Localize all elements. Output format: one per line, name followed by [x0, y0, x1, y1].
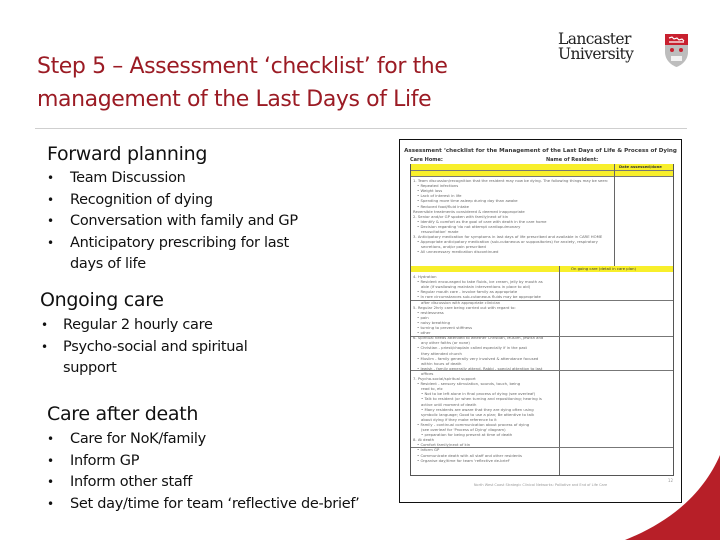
row-divider	[411, 370, 673, 371]
checklist-document-image: Assessment ‘checklist for the Management…	[399, 139, 682, 503]
checklist-table: Date assessed/done 1. Team discussion/re…	[410, 164, 674, 476]
list-item: Team Discussion	[47, 168, 377, 190]
title-divider	[35, 128, 687, 129]
slide-title-line1: Step 5 – Assessment ‘checklist’ for the	[37, 54, 448, 79]
list-item: Anticipatory prescribing for last days o…	[47, 233, 325, 276]
slide-title-line2: management of the Last Days of Life	[37, 87, 432, 112]
list-item: Psycho-social and spiritual support	[40, 337, 278, 380]
lancaster-university-logo: Lancaster University	[558, 31, 693, 72]
document-title: Assessment ‘checklist for the Management…	[404, 148, 677, 154]
bullet-list: Regular 2 hourly care Psycho-social and …	[40, 315, 340, 380]
resident-label: Name of Resident:	[546, 157, 599, 163]
checklist-line: • Organise day/time for team 'reflective…	[417, 457, 511, 463]
slide-title: Step 5 – Assessment ‘checklist’ for the …	[37, 50, 517, 116]
bullet-list: Team Discussion Recognition of dying Con…	[47, 168, 377, 276]
list-item: Recognition of dying	[47, 190, 377, 212]
university-crest-icon	[665, 34, 688, 67]
checklist-line: • All unnecessary medication discontinue…	[417, 249, 499, 255]
section-forward-planning: Forward planning Team Discussion Recogni…	[47, 142, 377, 276]
list-item: Set day/time for team ‘reflective de-bri…	[47, 494, 397, 516]
list-item: Conversation with family and GP	[47, 211, 377, 233]
column-divider	[614, 164, 615, 266]
section-ongoing-care: Ongoing care Regular 2 hourly care Psych…	[40, 288, 340, 380]
list-item: Regular 2 hourly care	[40, 315, 340, 337]
ongoing-care-header: On going care (detail in care plan)	[571, 266, 636, 271]
list-item: Care for NoK/family	[47, 429, 397, 451]
care-home-label: Care Home:	[410, 157, 443, 163]
list-item: Inform other staff	[47, 472, 397, 494]
row-divider	[411, 447, 673, 448]
logo-wordmark: Lancaster University	[558, 31, 634, 63]
list-item: Inform GP	[47, 451, 397, 473]
row-divider	[411, 336, 673, 337]
row-divider	[411, 300, 673, 301]
row-divider	[411, 176, 673, 177]
row-divider	[411, 170, 673, 171]
document-page-number: 12	[667, 478, 673, 483]
bullet-list: Care for NoK/family Inform GP Inform oth…	[47, 429, 397, 515]
section-care-after-death: Care after death Care for NoK/family Inf…	[47, 402, 397, 515]
document-footer: North West Coast Strategic Clinical Netw…	[473, 483, 608, 487]
section-heading: Forward planning	[47, 143, 208, 165]
section-heading: Care after death	[47, 403, 199, 425]
date-assessed-header: Date assessed/done	[619, 164, 662, 169]
logo-line2: University	[558, 45, 634, 63]
section-heading: Ongoing care	[40, 289, 164, 311]
